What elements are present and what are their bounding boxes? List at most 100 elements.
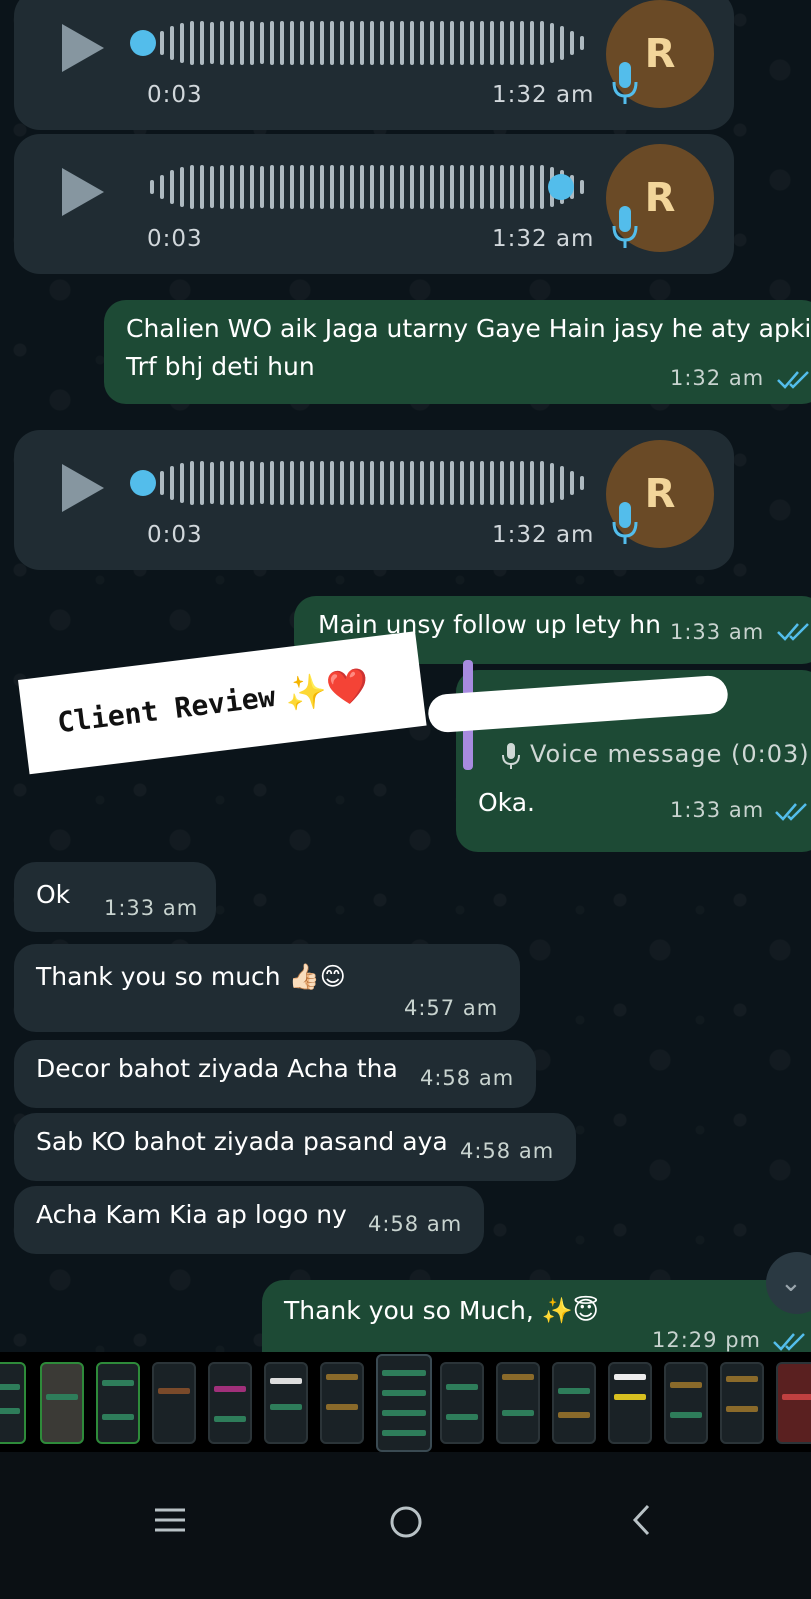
thumbnail-selected[interactable] bbox=[376, 1354, 432, 1452]
waveform-bar bbox=[580, 476, 584, 490]
waveform-bar bbox=[500, 21, 504, 65]
back-button[interactable] bbox=[622, 1500, 662, 1540]
waveform-bar bbox=[490, 461, 494, 505]
waveform-bar bbox=[260, 166, 264, 208]
waveform-bar bbox=[270, 461, 274, 505]
incoming-message[interactable]: Ok 1:33 am bbox=[14, 862, 216, 932]
home-button[interactable] bbox=[384, 1500, 428, 1544]
thumbnail[interactable] bbox=[664, 1362, 708, 1444]
message-time: 4:58 am bbox=[368, 1212, 463, 1236]
waveform-bar bbox=[310, 165, 314, 209]
waveform-bar bbox=[380, 165, 384, 209]
voice-duration: 0:03 bbox=[147, 226, 203, 252]
waveform-bar bbox=[340, 165, 344, 209]
waveform-bar bbox=[570, 31, 574, 55]
waveform-bar bbox=[330, 165, 334, 209]
waveform-bar bbox=[520, 165, 524, 209]
message-time: 1:33 am bbox=[670, 620, 765, 644]
waveform-bar bbox=[320, 461, 324, 505]
playback-position-dot[interactable] bbox=[548, 174, 574, 200]
incoming-message[interactable]: Decor bahot ziyada Acha tha 4:58 am bbox=[14, 1040, 536, 1108]
waveform-bar bbox=[550, 23, 554, 63]
thumbnail[interactable] bbox=[264, 1362, 308, 1444]
thumbnail[interactable] bbox=[96, 1362, 140, 1444]
play-icon[interactable] bbox=[62, 24, 104, 72]
waveform-bar bbox=[510, 21, 514, 65]
waveform-bar bbox=[480, 21, 484, 65]
waveform-bar bbox=[420, 165, 424, 209]
waveform-bar bbox=[560, 26, 564, 60]
chevron-double-down-icon: ⌄ bbox=[780, 1268, 802, 1298]
waveform-bar bbox=[350, 461, 354, 505]
back-icon bbox=[632, 1504, 650, 1536]
waveform[interactable] bbox=[150, 18, 588, 68]
waveform[interactable] bbox=[150, 458, 588, 508]
waveform-bar bbox=[210, 22, 214, 64]
waveform-bar bbox=[460, 21, 464, 65]
waveform-bar bbox=[260, 462, 264, 504]
waveform-bar bbox=[470, 461, 474, 505]
sticker-label: Client Review bbox=[55, 679, 278, 740]
waveform-bar bbox=[150, 180, 154, 194]
thumbnail[interactable] bbox=[720, 1362, 764, 1444]
waveform-bar bbox=[310, 21, 314, 65]
thumbnail[interactable] bbox=[320, 1362, 364, 1444]
message-time: 4:58 am bbox=[460, 1139, 555, 1163]
waveform-bar bbox=[180, 463, 184, 503]
waveform-bar bbox=[450, 21, 454, 65]
waveform-bar bbox=[240, 21, 244, 65]
waveform-bar bbox=[160, 471, 164, 495]
waveform-bar bbox=[280, 21, 284, 65]
thumbnail[interactable] bbox=[608, 1362, 652, 1444]
quoted-voice-message-label[interactable]: Voice message (0:03) bbox=[530, 740, 810, 768]
waveform-bar bbox=[540, 21, 544, 65]
message-time: 1:32 am bbox=[670, 366, 765, 390]
thumbnail[interactable] bbox=[40, 1362, 84, 1444]
waveform[interactable] bbox=[150, 162, 588, 212]
message-time: 1:32 am bbox=[492, 82, 595, 108]
waveform-bar bbox=[330, 21, 334, 65]
waveform-bar bbox=[370, 21, 374, 65]
waveform-bar bbox=[550, 463, 554, 503]
play-icon[interactable] bbox=[62, 464, 104, 512]
thumbnail[interactable] bbox=[0, 1362, 26, 1444]
waveform-bar bbox=[560, 466, 564, 500]
thumbnail[interactable] bbox=[440, 1362, 484, 1444]
outgoing-message[interactable]: Chalien WO aik Jaga utarny Gaye Hain jas… bbox=[104, 300, 811, 404]
play-icon[interactable] bbox=[62, 168, 104, 216]
thumbnail[interactable] bbox=[152, 1362, 196, 1444]
playback-position-dot[interactable] bbox=[130, 470, 156, 496]
waveform-bar bbox=[540, 165, 544, 209]
outgoing-message[interactable]: Thank you so Much, ✨😇 12:29 pm bbox=[262, 1280, 811, 1352]
thumbnail[interactable] bbox=[552, 1362, 596, 1444]
chat-area[interactable]: 0:03 1:32 am R 0:03 1:32 am R Chalien WO… bbox=[0, 0, 811, 1352]
waveform-bar bbox=[530, 165, 534, 209]
waveform-bar bbox=[400, 165, 404, 209]
waveform-bar bbox=[470, 165, 474, 209]
message-time: 12:29 pm bbox=[652, 1328, 761, 1352]
waveform-bar bbox=[420, 461, 424, 505]
double-check-icon bbox=[777, 371, 809, 389]
voice-message[interactable]: 0:03 1:32 am R bbox=[14, 134, 734, 274]
waveform-bar bbox=[260, 22, 264, 64]
waveform-bar bbox=[440, 461, 444, 505]
waveform-bar bbox=[500, 165, 504, 209]
message-time: 1:33 am bbox=[104, 896, 199, 920]
thumbnail[interactable] bbox=[496, 1362, 540, 1444]
recents-button[interactable] bbox=[150, 1500, 190, 1540]
thumbnail[interactable] bbox=[208, 1362, 252, 1444]
sticker-emoji: ✨❤️ bbox=[282, 664, 372, 715]
thumbnail[interactable] bbox=[776, 1362, 811, 1444]
voice-message[interactable]: 0:03 1:32 am R bbox=[14, 0, 734, 130]
thumbnail-strip[interactable] bbox=[0, 1352, 811, 1452]
voice-message[interactable]: 0:03 1:32 am R bbox=[14, 430, 734, 570]
waveform-bar bbox=[440, 165, 444, 209]
client-review-sticker: Client Review ✨❤️ bbox=[18, 631, 427, 775]
playback-position-dot[interactable] bbox=[130, 30, 156, 56]
incoming-message[interactable]: Sab KO bahot ziyada pasand aya 4:58 am bbox=[14, 1113, 576, 1181]
waveform-bar bbox=[190, 21, 194, 65]
incoming-message[interactable]: Thank you so much 👍🏻😊 4:57 am bbox=[14, 944, 520, 1032]
waveform-bar bbox=[240, 165, 244, 209]
incoming-message[interactable]: Acha Kam Kia ap logo ny 4:58 am bbox=[14, 1186, 484, 1254]
waveform-bar bbox=[240, 461, 244, 505]
